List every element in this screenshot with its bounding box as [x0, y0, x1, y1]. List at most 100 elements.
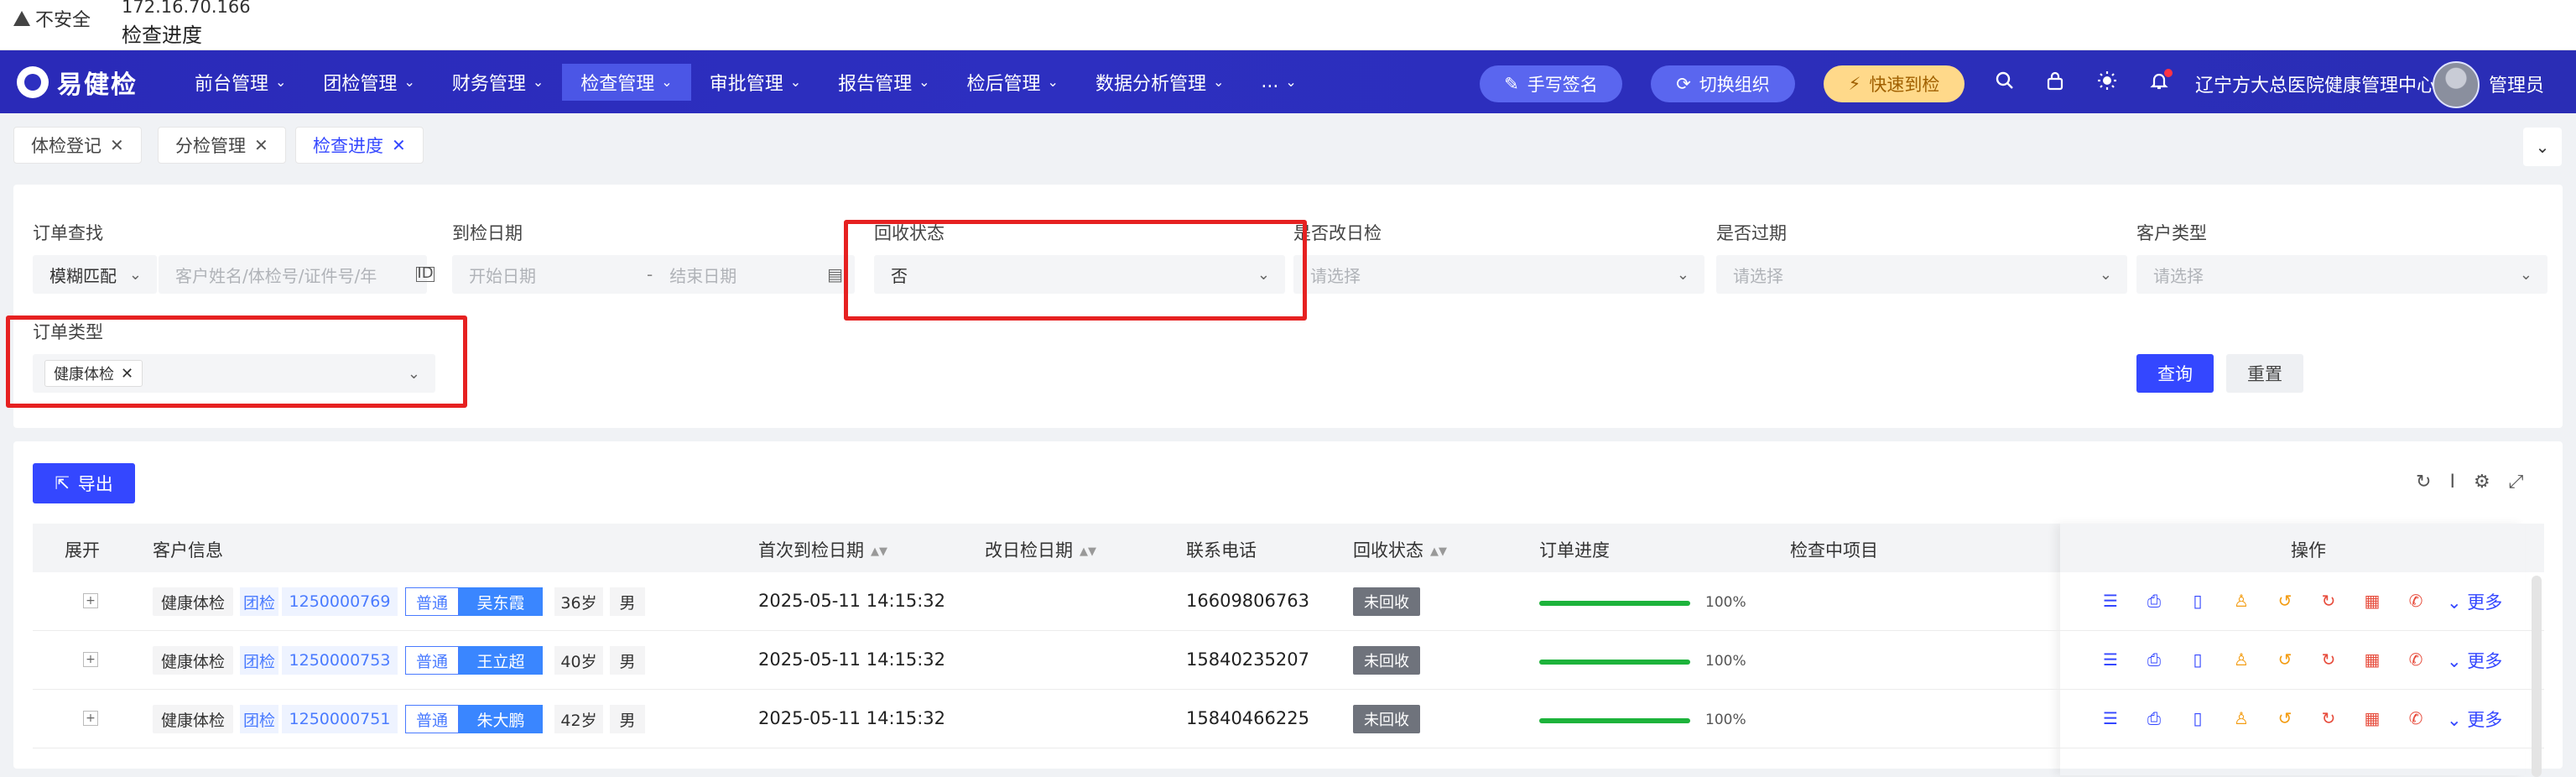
phone-cell: 16609806763	[1186, 591, 1309, 611]
nav-item-front-desk[interactable]: 前台管理 ⌄	[176, 64, 304, 101]
nav-item-exam[interactable]: 检查管理 ⌄	[562, 63, 691, 101]
sort-icon[interactable]: ▲▼	[871, 545, 887, 558]
list-icon[interactable]: ☰	[2101, 649, 2120, 670]
chevron-down-icon: ⌄	[2099, 265, 2112, 284]
refresh-icon[interactable]: ↻	[2416, 472, 2431, 493]
reload-icon[interactable]: ↻	[2319, 591, 2338, 611]
exam-code[interactable]: 1250000751	[282, 705, 398, 733]
nav-item-finance[interactable]: 财务管理 ⌄	[434, 64, 562, 101]
undo-icon[interactable]: ↺	[2276, 591, 2294, 611]
tabs-dropdown-button[interactable]: ⌄	[2523, 128, 2562, 166]
print-icon[interactable]: ⎙	[2145, 591, 2163, 611]
stamp-icon[interactable]: ♙	[2232, 591, 2251, 611]
bell-icon[interactable]	[2147, 69, 2173, 94]
quick-checkin-button[interactable]: ⚡ 快速到检	[1824, 65, 1965, 102]
query-button[interactable]: 查询	[2136, 354, 2214, 393]
customer-name[interactable]: 王立超	[459, 646, 543, 675]
address-url[interactable]: 172.16.70.166	[122, 0, 251, 17]
org-name[interactable]: 辽宁方大总医院健康管理中心	[2195, 70, 2435, 97]
app-logo[interactable]: 易健检	[17, 64, 159, 101]
print-icon[interactable]: ⎙	[2145, 708, 2163, 728]
change-date-select[interactable]: 请选择 ⌄	[1293, 255, 1704, 294]
exam-code[interactable]: 1250000769	[282, 587, 398, 616]
lock-icon[interactable]	[2043, 70, 2067, 94]
expand-icon[interactable]: +	[83, 711, 98, 726]
table-scrollbar[interactable]	[2532, 576, 2542, 777]
col-recycle[interactable]: 回收状态 ▲▼	[1353, 537, 1447, 562]
col-change-date[interactable]: 改日检日期 ▲▼	[985, 537, 1096, 562]
sex-chip: 男	[610, 587, 645, 616]
customer-name[interactable]: 吴东霞	[459, 587, 543, 616]
fullscreen-icon[interactable]: ⤢	[2509, 472, 2524, 493]
close-icon[interactable]: ✕	[254, 135, 268, 155]
id-card-icon[interactable]: ID	[416, 266, 435, 282]
col-first-date[interactable]: 首次到检日期 ▲▼	[758, 537, 887, 562]
progress-percent: 100%	[1705, 712, 1746, 728]
avatar[interactable]	[2433, 61, 2480, 108]
start-date-input[interactable]: 开始日期	[469, 263, 637, 287]
undo-icon[interactable]: ↺	[2276, 649, 2294, 670]
document-icon[interactable]: ▯	[2188, 708, 2207, 728]
calendar-icon[interactable]: ▦	[2363, 591, 2381, 611]
calendar-icon[interactable]: ▦	[2363, 708, 2381, 728]
more-dropdown[interactable]: ⌄ 更多	[2447, 648, 2502, 673]
phone-icon[interactable]: ✆	[2407, 649, 2425, 670]
print-icon[interactable]: ⎙	[2145, 649, 2163, 670]
column-height-icon[interactable]: Ⅰ	[2449, 472, 2455, 493]
nav-item-approval[interactable]: 审批管理 ⌄	[691, 64, 820, 101]
stamp-icon[interactable]: ♙	[2232, 649, 2251, 670]
tab-exam-register[interactable]: 体检登记 ✕	[13, 127, 142, 164]
more-dropdown[interactable]: ⌄ 更多	[2447, 589, 2502, 614]
reload-icon[interactable]: ↻	[2319, 708, 2338, 728]
sort-icon[interactable]: ▲▼	[1080, 545, 1096, 558]
export-button[interactable]: ⇱ 导出	[33, 463, 135, 503]
expired-label: 是否过期	[1716, 223, 1787, 243]
gear-icon[interactable]: ⚙	[2474, 472, 2490, 493]
col-expand: 展开	[65, 540, 100, 561]
close-icon[interactable]: ✕	[392, 135, 406, 155]
nav-item-group-check[interactable]: 团检管理 ⌄	[304, 64, 433, 101]
expand-icon[interactable]: +	[83, 593, 98, 608]
document-icon[interactable]: ▯	[2188, 649, 2207, 670]
switch-org-button[interactable]: ⟳ 切换组织	[1651, 65, 1795, 102]
sort-icon[interactable]: ▲▼	[1430, 545, 1447, 558]
search-icon[interactable]	[1993, 70, 2017, 94]
nav-item-after-check[interactable]: 检后管理 ⌄	[949, 64, 1077, 101]
expired-select[interactable]: 请选择 ⌄	[1716, 255, 2127, 294]
highlight-box-order-type	[6, 315, 467, 408]
hand-sign-button[interactable]: ✎ 手写签名	[1480, 65, 1622, 102]
table-row[interactable]: + 健康体检 团检 1250000769 普通 吴东霞 36岁 男 2025-0…	[33, 572, 2544, 631]
reset-button[interactable]: 重置	[2226, 354, 2303, 393]
match-mode-select[interactable]: 模糊匹配 ⌄	[33, 255, 157, 294]
tab-exam-progress[interactable]: 检查进度 ✕	[295, 127, 424, 164]
undo-icon[interactable]: ↺	[2276, 708, 2294, 728]
table-row[interactable]: + 健康体检 团检 1250000753 普通 王立超 40岁 男 2025-0…	[33, 631, 2544, 690]
document-icon[interactable]: ▯	[2188, 591, 2207, 611]
phone-icon[interactable]: ✆	[2407, 708, 2425, 728]
more-dropdown[interactable]: ⌄ 更多	[2447, 707, 2502, 732]
browser-bar: 不安全 172.16.70.166 检查进度	[0, 0, 2576, 50]
stamp-icon[interactable]: ♙	[2232, 708, 2251, 728]
tab-sub-exam[interactable]: 分检管理 ✕	[158, 127, 286, 164]
exam-code[interactable]: 1250000753	[282, 646, 398, 675]
expand-icon[interactable]: +	[83, 652, 98, 667]
customer-type-select[interactable]: 请选择 ⌄	[2136, 255, 2547, 294]
security-warning[interactable]: 不安全	[13, 5, 91, 32]
calendar-icon[interactable]: ▦	[2363, 649, 2381, 670]
close-icon[interactable]: ✕	[110, 135, 124, 155]
nav-item-data-analysis[interactable]: 数据分析管理 ⌄	[1077, 64, 1242, 101]
phone-icon[interactable]: ✆	[2407, 591, 2425, 611]
table-row[interactable]: + 健康体检 团检 1250000751 普通 朱大鹏 42岁 男 2025-0…	[33, 690, 2544, 748]
nav-item-more[interactable]: ... ⌄	[1242, 64, 1314, 101]
list-icon[interactable]: ☰	[2101, 591, 2120, 611]
checkin-date-range[interactable]: 开始日期 - 结束日期 ▤	[452, 255, 855, 294]
end-date-input[interactable]: 结束日期	[669, 263, 736, 287]
order-search-input[interactable]: 客户姓名/体检号/证件号/年	[159, 255, 427, 294]
theme-sun-icon[interactable]	[2095, 70, 2119, 94]
export-icon: ⇱	[55, 473, 70, 493]
list-icon[interactable]: ☰	[2101, 708, 2120, 728]
reload-icon[interactable]: ↻	[2319, 649, 2338, 670]
nav-item-report[interactable]: 报告管理 ⌄	[820, 64, 948, 101]
customer-name[interactable]: 朱大鹏	[459, 705, 543, 733]
user-name[interactable]: 管理员	[2489, 70, 2544, 97]
